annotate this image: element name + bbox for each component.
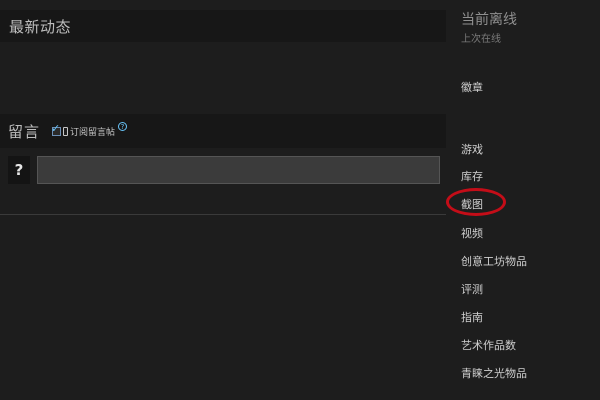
recent-activity-header: 最新动态	[0, 10, 446, 42]
sidebar-link-guides[interactable]: 指南	[461, 309, 483, 325]
last-online: 上次在线	[461, 34, 501, 45]
comment-input[interactable]	[37, 156, 440, 184]
sidebar: 当前离线 上次在线 徽章 游戏 库存 截图 视频 创意工坊物品 评测 指南 艺术…	[446, 0, 600, 400]
subscribe-toggle[interactable]: ✓ 订阅留言帖 ?	[51, 121, 128, 141]
sidebar-link-reviews[interactable]: 评测	[461, 281, 483, 297]
comments-title: 留言	[8, 122, 41, 141]
sidebar-link-videos[interactable]: 视频	[461, 225, 483, 241]
sidebar-link-greenlight[interactable]: 青睐之光物品	[461, 365, 527, 381]
sidebar-link-inventory[interactable]: 库存	[461, 168, 483, 184]
sidebar-link-games[interactable]: 游戏	[461, 141, 483, 157]
comments-header: 留言 ✓ 订阅留言帖 ?	[0, 114, 446, 148]
subscribe-checkbox[interactable]: ✓	[51, 123, 62, 136]
avatar: ?	[8, 156, 30, 184]
online-status: 当前离线	[461, 12, 517, 28]
sidebar-link-screenshots[interactable]: 截图	[461, 196, 483, 212]
help-icon[interactable]: ?	[118, 121, 128, 131]
recent-activity-title: 最新动态	[9, 17, 72, 36]
profile-page: 最新动态 留言 ✓ 订阅留言帖 ? ? 当前离线 上次在线 徽章 游戏 库存 截…	[0, 0, 600, 400]
main-column: 最新动态 留言 ✓ 订阅留言帖 ? ?	[0, 0, 446, 400]
checkmark-icon: ✓	[51, 121, 61, 135]
subscribe-label[interactable]: 订阅留言帖	[70, 125, 115, 138]
sidebar-link-artwork[interactable]: 艺术作品数	[461, 337, 516, 353]
sidebar-link-workshop[interactable]: 创意工坊物品	[461, 253, 527, 269]
sidebar-link-badges[interactable]: 徽章	[461, 79, 483, 95]
divider	[0, 214, 446, 215]
phone-icon	[63, 126, 69, 136]
